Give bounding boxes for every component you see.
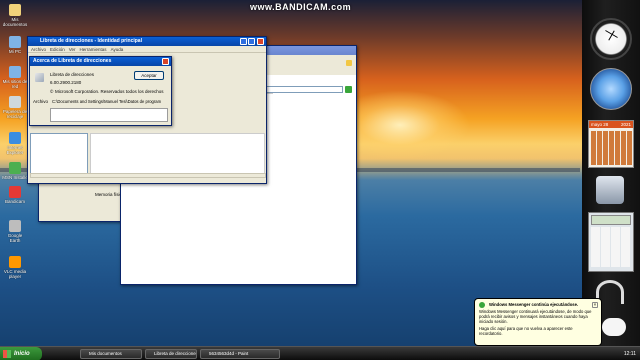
calendar-gadget[interactable]: mayo 28 2021 xyxy=(588,120,634,168)
taskbar-clock[interactable]: 12:11 xyxy=(624,349,636,359)
desktop-icon[interactable]: Bandicam xyxy=(2,186,28,204)
calculator-keys[interactable] xyxy=(591,227,631,267)
bandicam-icon xyxy=(9,186,21,198)
about-ok-button[interactable]: Aceptar xyxy=(134,71,164,80)
bandicam-watermark: www.BANDICAM.com xyxy=(250,2,352,12)
system-tray: 12:11 xyxy=(560,349,640,359)
gadget-sidebar: mayo 28 2021 xyxy=(582,0,640,346)
taskbar-button[interactable]: 5634563d4d - Paint xyxy=(200,349,280,359)
calendar-year: 2021 xyxy=(620,122,631,127)
desktop-icon-label: Mis sitios de red xyxy=(2,79,28,89)
copyright-text: Microsoft Corporation. Reservados todos … xyxy=(55,89,164,94)
close-button[interactable] xyxy=(257,38,264,45)
balloon-hint[interactable]: Haga clic aquí para que no vuelva a apar… xyxy=(479,326,595,336)
contact-list-pane[interactable] xyxy=(90,133,265,178)
app-version: 6.00.2900.2180 xyxy=(50,80,82,85)
menu-item[interactable]: Ayuda xyxy=(111,47,124,52)
star-icon xyxy=(346,60,352,66)
my-documents-icon xyxy=(9,4,21,16)
desktop-icon-label: MSN Installe xyxy=(2,175,28,180)
archive-label: Archivo xyxy=(33,99,49,104)
book-icon xyxy=(35,73,44,82)
balloon-body: Windows Messenger continuará ejecutándos… xyxy=(479,309,592,324)
desktop-icon-label: Bandicam xyxy=(4,199,25,204)
desktop-icon[interactable]: Mis documentos xyxy=(2,4,28,27)
calculator-gadget[interactable] xyxy=(588,212,634,272)
desktop-icon[interactable]: Mis sitios de red xyxy=(2,66,28,89)
menu-item[interactable]: Archivo xyxy=(31,47,46,52)
desktop-icon-label: Papelera de reciclaje xyxy=(2,109,28,119)
desktop-icon[interactable]: Papelera de reciclaje xyxy=(2,96,28,119)
msn-icon xyxy=(9,162,21,174)
desktop-icon[interactable]: MSN Installe xyxy=(2,162,28,180)
app-name: Libreta de direcciones xyxy=(50,72,95,77)
taskbar-button[interactable]: Libreta de direcciones xyxy=(145,349,197,359)
about-titlebar[interactable]: Acerca de Libreta de direcciones xyxy=(30,57,171,66)
about-dialog[interactable]: Acerca de Libreta de direcciones Libreta… xyxy=(29,56,172,126)
clock-hand-minute xyxy=(605,30,618,38)
archive-path[interactable]: C:\Documents and Settings\Manuel Tesi\Da… xyxy=(50,98,168,106)
vlc-icon xyxy=(9,256,21,268)
desktop-icon-label: Google Earth xyxy=(7,233,23,243)
about-close-button[interactable] xyxy=(162,58,169,65)
desktop-icon-label: Mis documentos xyxy=(2,17,28,27)
internet-explorer-icon xyxy=(9,132,21,144)
clock-gadget[interactable] xyxy=(590,18,632,60)
taskbar-button[interactable]: Mis documentos xyxy=(80,349,142,359)
copyright-icon: © xyxy=(50,89,54,94)
desktop-icon-label: Internet Explorer xyxy=(6,145,24,155)
maximize-button[interactable] xyxy=(248,38,255,45)
my-pc-icon xyxy=(9,36,21,48)
setup-icon xyxy=(9,220,21,232)
horizontal-scrollbar[interactable] xyxy=(30,173,266,178)
menu-bar: Archivo Edición Ver Herramientas Ayuda xyxy=(28,46,266,53)
messenger-balloon[interactable]: × Windows Messenger continúa ejecutándos… xyxy=(474,298,602,346)
folder-pane[interactable] xyxy=(30,133,88,178)
addressbook-title: Libreta de direcciones - Identidad princ… xyxy=(40,38,142,44)
minimize-button[interactable] xyxy=(240,38,247,45)
start-label: Inicio xyxy=(14,351,30,357)
menu-item[interactable]: Ver xyxy=(69,47,76,52)
weather-gadget[interactable] xyxy=(602,318,626,336)
desktop-icon[interactable]: Internet Explorer xyxy=(2,132,28,155)
desktop-icon[interactable]: VLC media player xyxy=(2,256,28,279)
desktop-icon[interactable]: Google Earth xyxy=(2,220,28,243)
recycle-bin-icon xyxy=(9,96,21,108)
calendar-grid xyxy=(591,131,633,165)
calculator-display xyxy=(591,215,631,225)
go-arrow-icon[interactable] xyxy=(345,86,352,93)
network-places-icon xyxy=(9,66,21,78)
balloon-close-icon[interactable]: × xyxy=(592,302,598,308)
desktop-icon-label: Mi PC xyxy=(8,49,22,54)
messenger-icon xyxy=(479,302,485,308)
recycle-gadget[interactable] xyxy=(596,176,624,204)
start-button[interactable]: Inicio xyxy=(0,347,42,360)
desktop-icon[interactable]: Mi PC xyxy=(2,36,28,54)
taskbar: Inicio Mis documentos Libreta de direccio… xyxy=(0,346,640,360)
menu-item[interactable]: Edición xyxy=(50,47,65,52)
desktop-icon-label: VLC media player xyxy=(3,269,27,279)
balloon-title: Windows Messenger continúa ejecutándose. xyxy=(489,302,579,307)
media-player-gadget[interactable] xyxy=(590,68,632,110)
addressbook-titlebar[interactable]: Libreta de direcciones - Identidad princ… xyxy=(28,37,266,46)
menu-item[interactable]: Herramientas xyxy=(80,47,107,52)
windows-logo-icon xyxy=(3,350,11,358)
about-info-box xyxy=(50,108,168,122)
about-title: Acerca de Libreta de direcciones xyxy=(33,58,112,64)
